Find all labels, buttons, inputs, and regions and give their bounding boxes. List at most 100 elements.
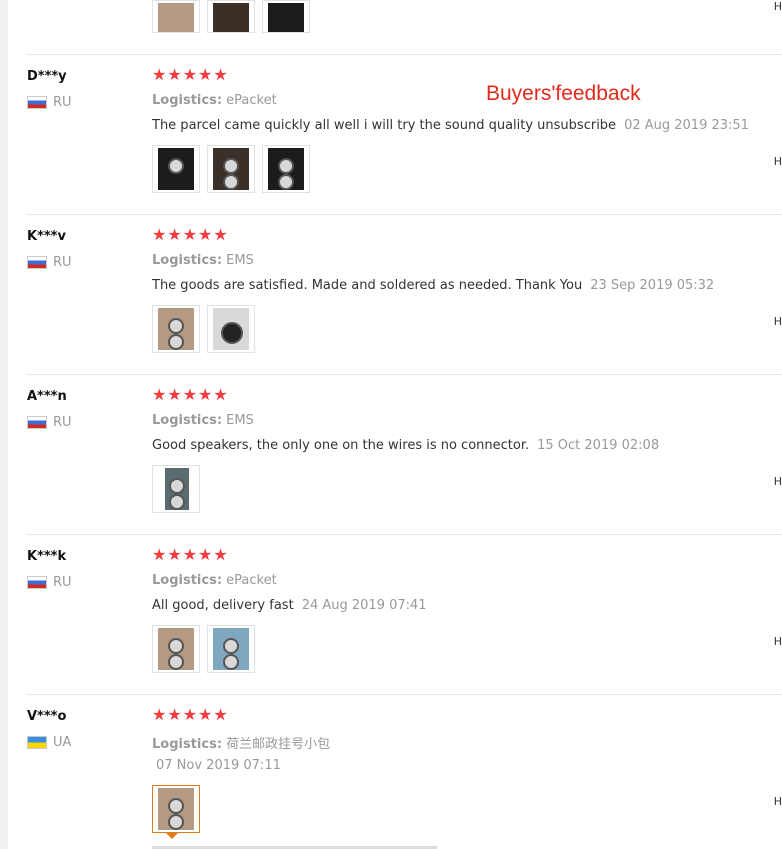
feedback-text-line: The parcel came quickly all well i will … (152, 118, 749, 133)
logistics-value: EMS (226, 253, 254, 268)
reviewer-country: RU (27, 575, 72, 590)
star-icon: ★ (213, 385, 228, 404)
review-date: 07 Nov 2019 07:11 (156, 758, 281, 773)
review-photo-thumbnail[interactable] (207, 145, 255, 193)
review-photos (152, 785, 200, 833)
star-icon: ★ (213, 225, 228, 244)
star-icon: ★ (152, 65, 167, 84)
logistics-info: Logistics: ePacket (152, 93, 277, 108)
review-photo-thumbnail[interactable] (152, 0, 200, 33)
star-icon: ★ (167, 705, 182, 724)
star-rating: ★ ★ ★ ★ ★ (152, 707, 228, 723)
star-icon: ★ (198, 705, 213, 724)
helpful-label-cut: H (773, 475, 782, 488)
logistics-label: Logistics: (152, 573, 223, 588)
star-icon: ★ (198, 225, 213, 244)
country-code: UA (53, 735, 72, 750)
review-photo-thumbnail[interactable] (262, 0, 310, 33)
helpful-label-cut: H (773, 795, 782, 808)
star-icon: ★ (182, 705, 198, 724)
review-photo-thumbnail[interactable] (152, 305, 200, 353)
review-photo-thumbnail[interactable] (152, 625, 200, 673)
logistics-label: Logistics: (152, 413, 223, 428)
review-date: 24 Aug 2019 07:41 (301, 598, 427, 613)
logistics-label: Logistics: (152, 737, 223, 752)
logistics-label: Logistics: (152, 93, 223, 108)
logistics-value: ePacket (226, 573, 277, 588)
reviewer-country: UA (27, 735, 71, 750)
reviewer-name: K***k (27, 549, 67, 564)
star-icon: ★ (198, 385, 213, 404)
reviewer-country: RU (27, 415, 72, 430)
reviewer-name: A***n (27, 389, 67, 404)
selected-caret-icon (166, 833, 178, 839)
logistics-info: Logistics: EMS (152, 253, 254, 268)
logistics-value: ePacket (226, 93, 277, 108)
ukraine-flag-icon (27, 736, 47, 749)
feedback-text-line: Good speakers, the only one on the wires… (152, 438, 659, 453)
logistics-info: Logistics: 荷兰邮政挂号小包 (152, 733, 330, 752)
star-icon: ★ (167, 385, 182, 404)
review-photo-thumbnail[interactable] (152, 465, 200, 513)
review-item: V***o UA ★ ★ ★ ★ ★ Logistics: 荷兰邮政挂号小包 0… (0, 695, 782, 849)
russia-flag-icon (27, 416, 47, 429)
review-photo-thumbnail[interactable] (207, 0, 255, 33)
review-photo-thumbnail[interactable] (152, 145, 200, 193)
review-item: D***y RU ★ ★ ★ ★ ★ Logistics: ePacket Th… (0, 55, 782, 215)
review-photos (152, 145, 310, 193)
star-icon: ★ (213, 705, 228, 724)
star-rating: ★ ★ ★ ★ ★ (152, 547, 228, 563)
helpful-label-cut: H (773, 0, 782, 13)
star-icon: ★ (198, 545, 213, 564)
reviewer-name: V***o (27, 709, 67, 724)
star-icon: ★ (213, 545, 228, 564)
country-code: RU (53, 95, 72, 110)
russia-flag-icon (27, 256, 47, 269)
review-date: 02 Aug 2019 23:51 (624, 118, 749, 133)
country-code: RU (53, 575, 72, 590)
review-item: K***v RU ★ ★ ★ ★ ★ Logistics: EMS The go… (0, 215, 782, 375)
star-icon: ★ (213, 65, 228, 84)
review-photo-thumbnail-selected[interactable] (152, 785, 200, 833)
previous-review-photos (152, 0, 310, 34)
reviewer-name: K***v (27, 229, 66, 244)
star-icon: ★ (167, 225, 182, 244)
star-rating: ★ ★ ★ ★ ★ (152, 227, 228, 243)
review-photos (152, 625, 255, 673)
helpful-label-cut: H (773, 155, 782, 168)
feedback-text: The goods are satisfied. Made and solder… (152, 278, 583, 293)
star-rating: ★ ★ ★ ★ ★ (152, 67, 228, 83)
star-icon: ★ (182, 65, 198, 84)
star-icon: ★ (167, 65, 182, 84)
reviewer-country: RU (27, 255, 72, 270)
country-code: RU (53, 255, 72, 270)
logistics-value: EMS (226, 413, 254, 428)
logistics-label: Logistics: (152, 253, 223, 268)
star-icon: ★ (167, 545, 182, 564)
review-photo-thumbnail[interactable] (207, 625, 255, 673)
russia-flag-icon (27, 576, 47, 589)
russia-flag-icon (27, 96, 47, 109)
country-code: RU (53, 415, 72, 430)
feedback-text: The parcel came quickly all well i will … (152, 118, 617, 133)
review-photo-thumbnail[interactable] (207, 305, 255, 353)
star-icon: ★ (152, 705, 167, 724)
star-icon: ★ (182, 225, 198, 244)
helpful-label-cut: H (773, 635, 782, 648)
star-icon: ★ (152, 385, 167, 404)
star-icon: ★ (182, 385, 198, 404)
feedback-text-line: The goods are satisfied. Made and solder… (152, 278, 714, 293)
star-icon: ★ (152, 225, 167, 244)
helpful-label-cut: H (773, 315, 782, 328)
review-photos (152, 465, 200, 513)
reviewer-country: RU (27, 95, 72, 110)
review-photos (152, 305, 255, 353)
reviewer-name: D***y (27, 69, 67, 84)
review-item: A***n RU ★ ★ ★ ★ ★ Logistics: EMS Good s… (0, 375, 782, 535)
feedback-text: All good, delivery fast (152, 598, 294, 613)
star-icon: ★ (182, 545, 198, 564)
logistics-info: Logistics: EMS (152, 413, 254, 428)
review-photo-thumbnail[interactable] (262, 145, 310, 193)
logistics-info: Logistics: ePacket (152, 573, 277, 588)
star-rating: ★ ★ ★ ★ ★ (152, 387, 228, 403)
